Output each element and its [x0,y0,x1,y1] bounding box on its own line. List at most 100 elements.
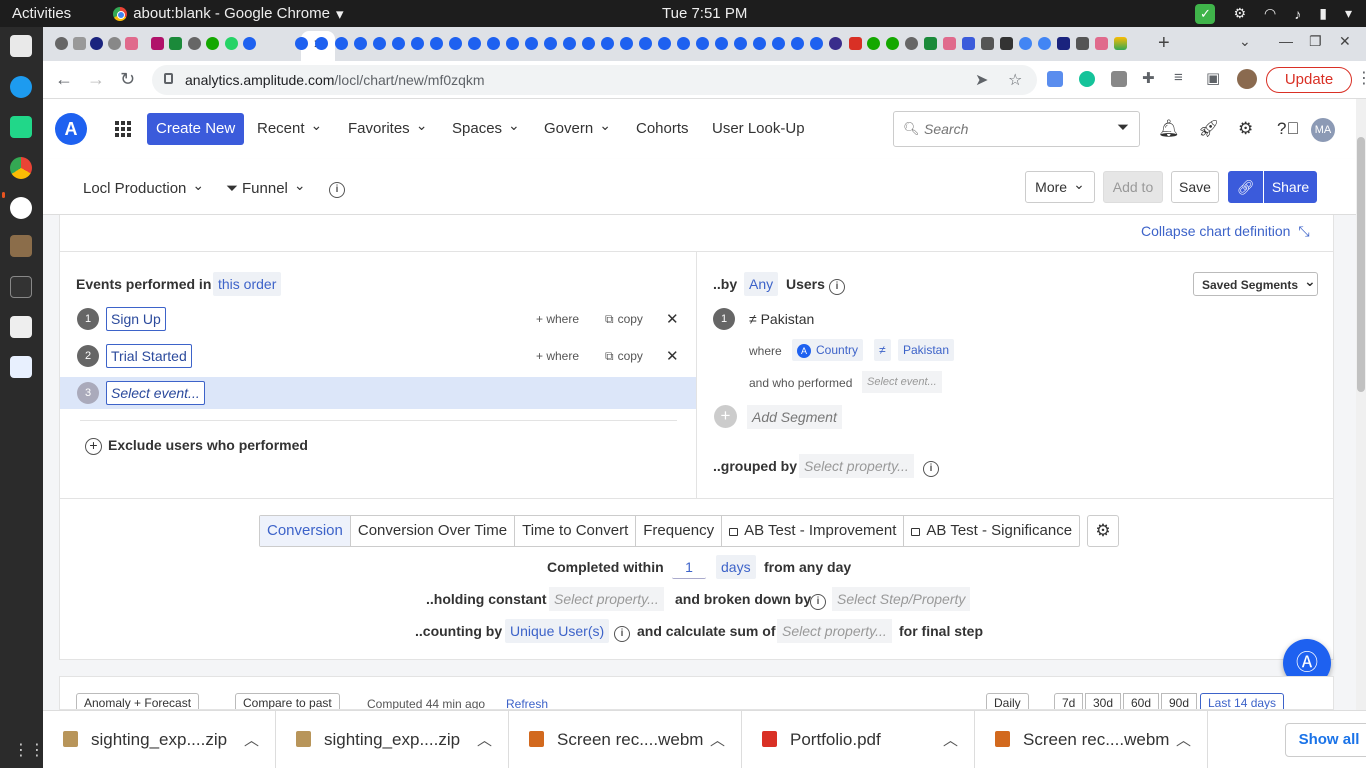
skype-icon[interactable] [10,76,32,98]
battery-icon[interactable]: ▮ [1319,5,1327,22]
from-any-day-label[interactable]: from any day [764,559,851,575]
nav-user-lookup[interactable]: User Look-Up [712,120,805,137]
exclude-users-button[interactable]: + Exclude users who performed [85,437,308,455]
tab-favicon[interactable] [601,37,614,50]
sum-property-selector[interactable]: Select property... [777,619,892,643]
tab-favicon[interactable] [188,37,201,50]
tab-favicon[interactable] [525,37,538,50]
tab-favicon[interactable] [373,37,386,50]
download-item[interactable]: Screen rec....webm ︿ [975,711,1208,768]
menu-kebab-icon[interactable]: ⋮ [1356,68,1366,88]
tab-favicon[interactable] [1000,37,1013,50]
counting-by-selector[interactable]: Unique User(s) [505,619,610,643]
nav-govern[interactable]: Govern [544,120,611,137]
search-box[interactable]: 🔍︎ ⏷ [893,111,1140,147]
tab-favicon[interactable] [849,37,862,50]
tab-favicon[interactable] [753,37,766,50]
help-icon[interactable]: ?⃝ [1277,119,1299,139]
add-where-button[interactable]: + where [536,349,579,363]
add-where-button[interactable]: + where [536,312,579,326]
user-avatar[interactable]: MA [1311,118,1335,142]
side-panel-icon[interactable]: ▣ [1206,69,1220,87]
files-icon[interactable] [10,35,32,57]
chevron-up-icon[interactable]: ︿ [244,729,259,750]
tab-favicon[interactable] [677,37,690,50]
event-selector-new[interactable]: Select event... [106,381,205,405]
download-item[interactable]: Portfolio.pdf ︿ [742,711,975,768]
tab-favicon[interactable] [772,37,785,50]
nav-cohorts[interactable]: Cohorts [636,120,689,137]
link-icon[interactable]: 🔗︎ [1228,171,1263,203]
tab-favicon[interactable] [563,37,576,50]
nav-recent[interactable]: Recent [257,120,322,137]
download-item[interactable]: sighting_exp....zip ︿ [276,711,509,768]
tab-favicon[interactable] [354,37,367,50]
tab-favicon[interactable] [315,37,328,50]
amplitude-logo-icon[interactable]: A [55,113,87,145]
filter-icon[interactable]: ⏷ [1117,119,1129,136]
tab-favicon[interactable] [506,37,519,50]
minimize-icon[interactable]: — [1279,33,1293,49]
show-apps-icon[interactable]: ⋮⋮ [13,740,45,760]
power-menu-icon[interactable]: ▾ [1345,5,1352,22]
segment-operator[interactable]: ≠ [874,339,891,361]
extension-icon[interactable] [1111,71,1127,87]
document-viewer-icon[interactable] [10,356,32,378]
tab-favicon[interactable] [392,37,405,50]
tab-favicon[interactable] [73,37,86,50]
tab-favicon[interactable] [867,37,880,50]
search-input[interactable] [924,119,1104,139]
tab-favicon[interactable] [468,37,481,50]
tab-favicon[interactable] [791,37,804,50]
range-60d[interactable]: 60d [1123,693,1160,709]
restore-icon[interactable]: ❐ [1309,33,1322,50]
new-tab-button[interactable]: + [1158,32,1170,55]
more-button[interactable]: More [1025,171,1095,203]
holding-constant-selector[interactable]: Select property... [549,587,664,611]
tab-favicon[interactable] [639,37,652,50]
chevron-up-icon[interactable]: ︿ [1176,729,1191,750]
tab-favicon[interactable] [169,37,182,50]
tab-favicon[interactable] [962,37,975,50]
send-tab-icon[interactable]: ➤ [975,70,988,90]
extensions-puzzle-icon[interactable]: ✚ [1142,69,1155,87]
tab-ab-test-improvement[interactable]: AB Test - Improvement [722,516,905,546]
terminal-icon[interactable] [10,276,32,298]
extension-icon[interactable] [1047,71,1063,87]
system-tray[interactable]: ✓ ⚙ ◠ ♪ ▮ ▾ [1195,3,1352,24]
tab-favicon[interactable] [151,37,164,50]
tab-favicon[interactable] [1057,37,1070,50]
tab-favicon[interactable] [829,37,842,50]
nav-favorites[interactable]: Favorites [348,120,427,137]
tab-favicon[interactable] [924,37,937,50]
tab-favicon[interactable] [206,37,219,50]
url-text[interactable]: analytics.amplitude.com/locl/chart/new/m… [185,72,485,88]
tab-favicon[interactable] [55,37,68,50]
tab-favicon[interactable] [411,37,424,50]
event-selector-sign-up[interactable]: Sign Up [106,307,166,331]
tab-favicon[interactable] [1019,37,1032,50]
segment-property[interactable]: A Country [792,339,864,361]
tab-frequency[interactable]: Frequency [636,516,723,546]
remove-step-icon[interactable]: ✕ [666,347,679,365]
tab-favicon[interactable] [943,37,956,50]
event-selector-trial-started[interactable]: Trial Started [106,344,192,368]
notification-bell-icon[interactable]: 🔔︎ [1158,119,1180,139]
text-editor-icon[interactable] [10,235,32,257]
range-30d[interactable]: 30d [1085,693,1122,709]
conversion-window-unit[interactable]: days [716,555,756,579]
tab-favicon[interactable] [696,37,709,50]
breakdown-selector[interactable]: Select Step/Property [832,587,971,611]
volume-icon[interactable]: ♪ [1294,6,1301,22]
segment-value[interactable]: Pakistan [898,339,955,361]
tab-favicon[interactable] [582,37,595,50]
chevron-up-icon[interactable]: ︿ [943,729,958,750]
screenshot-icon[interactable] [10,316,32,338]
tab-favicon[interactable] [1114,37,1127,50]
tab-favicon[interactable] [125,37,138,50]
project-selector[interactable]: Locl Production [83,180,204,197]
scrollbar-thumb[interactable] [1357,137,1365,392]
segment-name[interactable]: ≠ Pakistan [749,311,814,327]
anomaly-forecast-button[interactable]: Anomaly + Forecast [76,693,200,709]
tab-favicon[interactable] [225,37,238,50]
